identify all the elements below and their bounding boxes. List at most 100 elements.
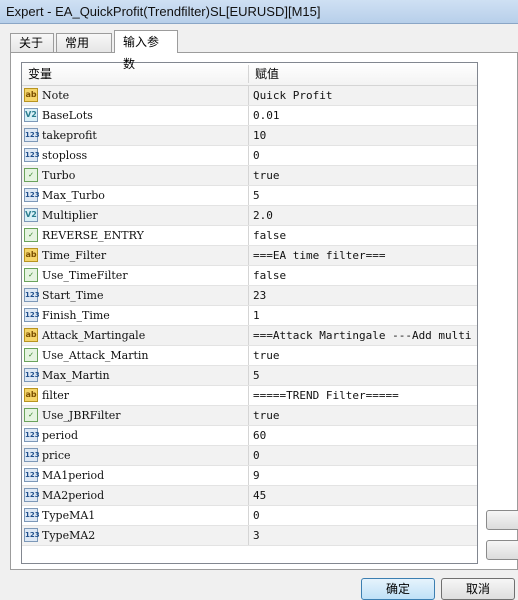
- table-row[interactable]: 123 stoploss 0: [22, 146, 477, 166]
- param-value[interactable]: true: [253, 406, 473, 425]
- param-name: Finish_Time: [42, 309, 110, 322]
- param-value[interactable]: 5: [253, 366, 473, 385]
- side-button-save[interactable]: [486, 540, 518, 560]
- param-type-num-icon: 123: [24, 288, 40, 302]
- cell-divider: [248, 466, 249, 485]
- param-value[interactable]: true: [253, 346, 473, 365]
- param-value[interactable]: Quick Profit: [253, 86, 473, 105]
- cell-divider: [248, 126, 249, 145]
- cell-divider: [248, 306, 249, 325]
- table-row[interactable]: ab Time_Filter ===EA time filter===: [22, 246, 477, 266]
- table-row[interactable]: 123 MA2period 45: [22, 486, 477, 506]
- param-type-bool-icon: ✓: [24, 168, 38, 182]
- param-name: MA1period: [42, 469, 105, 482]
- table-row[interactable]: ab Attack_Martingale ===Attack Martingale …: [22, 326, 477, 346]
- table-row[interactable]: 123 takeprofit 10: [22, 126, 477, 146]
- param-name: Turbo: [42, 169, 76, 182]
- param-name: filter: [42, 389, 70, 402]
- cell-divider: [248, 346, 249, 365]
- table-row[interactable]: ab filter =====TREND Filter=====: [22, 386, 477, 406]
- param-type-num-icon: 123: [24, 528, 40, 542]
- param-name: stoploss: [42, 149, 88, 162]
- tab-common[interactable]: 常用: [56, 33, 112, 52]
- ok-button[interactable]: 确定: [361, 578, 435, 600]
- cell-divider: [248, 226, 249, 245]
- cell-divider: [248, 266, 249, 285]
- param-type-num-icon: 123: [24, 308, 40, 322]
- cell-divider: [248, 246, 249, 265]
- param-value[interactable]: 45: [253, 486, 473, 505]
- param-type-bool-icon: ✓: [24, 348, 38, 362]
- param-name: TypeMA2: [42, 529, 96, 542]
- cell-divider: [248, 506, 249, 525]
- param-value[interactable]: 0: [253, 146, 473, 165]
- tab-about[interactable]: 关于: [10, 33, 54, 52]
- param-type-num-icon: 123: [24, 448, 40, 462]
- param-value[interactable]: 1: [253, 306, 473, 325]
- param-value[interactable]: 23: [253, 286, 473, 305]
- table-row[interactable]: 123 TypeMA2 3: [22, 526, 477, 546]
- table-row[interactable]: 123 Finish_Time 1: [22, 306, 477, 326]
- table-row[interactable]: ✓ Use_Attack_Martin true: [22, 346, 477, 366]
- param-name: BaseLots: [42, 109, 93, 122]
- parameters-grid[interactable]: 变量 赋值 ab Note Quick Profit V2 BaseLots 0.01 12…: [21, 62, 478, 564]
- param-value[interactable]: ===EA time filter===: [253, 246, 473, 265]
- param-name: period: [42, 429, 78, 442]
- param-value[interactable]: 3: [253, 526, 473, 545]
- param-value[interactable]: ===Attack Martingale ---Add multi...: [253, 326, 473, 345]
- param-type-num-icon: 123: [24, 488, 40, 502]
- column-header-variable[interactable]: 变量: [28, 63, 52, 85]
- cancel-button[interactable]: 取消: [441, 578, 515, 600]
- table-row[interactable]: ✓ Use_JBRFilter true: [22, 406, 477, 426]
- param-value[interactable]: =====TREND Filter=====: [253, 386, 473, 405]
- cell-divider: [248, 366, 249, 385]
- column-header-value[interactable]: 赋值: [255, 63, 279, 85]
- table-row[interactable]: ✓ Use_TimeFilter false: [22, 266, 477, 286]
- cell-divider: [248, 166, 249, 185]
- table-row[interactable]: V2 Multiplier 2.0: [22, 206, 477, 226]
- table-row[interactable]: 123 period 60: [22, 426, 477, 446]
- param-type-ab-icon: ab: [24, 248, 38, 262]
- cell-divider: [248, 86, 249, 105]
- param-value[interactable]: 5: [253, 186, 473, 205]
- table-row[interactable]: ✓ REVERSE_ENTRY false: [22, 226, 477, 246]
- cell-divider: [248, 286, 249, 305]
- table-row[interactable]: 123 MA1period 9: [22, 466, 477, 486]
- param-type-num-icon: 123: [24, 428, 40, 442]
- grid-header: 变量 赋值: [22, 63, 477, 86]
- column-divider[interactable]: [248, 65, 249, 83]
- param-name: Time_Filter: [42, 249, 107, 262]
- param-name: Max_Turbo: [42, 189, 105, 202]
- param-value[interactable]: false: [253, 226, 473, 245]
- table-row[interactable]: 123 Start_Time 23: [22, 286, 477, 306]
- param-type-ab-icon: ab: [24, 388, 38, 402]
- side-button-load[interactable]: [486, 510, 518, 530]
- table-row[interactable]: 123 Max_Martin 5: [22, 366, 477, 386]
- cell-divider: [248, 106, 249, 125]
- param-type-num-icon: 123: [24, 368, 40, 382]
- tab-inputs[interactable]: 输入参数: [114, 30, 178, 71]
- cell-divider: [248, 206, 249, 225]
- table-row[interactable]: 123 Max_Turbo 5: [22, 186, 477, 206]
- table-row[interactable]: ✓ Turbo true: [22, 166, 477, 186]
- param-type-num-icon: 123: [24, 508, 40, 522]
- table-row[interactable]: ab Note Quick Profit: [22, 86, 477, 106]
- param-value[interactable]: 9: [253, 466, 473, 485]
- param-value[interactable]: true: [253, 166, 473, 185]
- param-value[interactable]: 0.01: [253, 106, 473, 125]
- param-name: Attack_Martingale: [42, 329, 146, 342]
- param-value[interactable]: 0: [253, 446, 473, 465]
- param-value[interactable]: 0: [253, 506, 473, 525]
- table-row[interactable]: V2 BaseLots 0.01: [22, 106, 477, 126]
- param-name: Multiplier: [42, 209, 98, 222]
- param-value[interactable]: 2.0: [253, 206, 473, 225]
- cell-divider: [248, 486, 249, 505]
- param-name: Max_Martin: [42, 369, 110, 382]
- table-row[interactable]: 123 price 0: [22, 446, 477, 466]
- param-name: price: [42, 449, 71, 462]
- table-row[interactable]: 123 TypeMA1 0: [22, 506, 477, 526]
- param-value[interactable]: 10: [253, 126, 473, 145]
- param-value[interactable]: 60: [253, 426, 473, 445]
- title-bar: Expert - EA_QuickProfit(Trendfilter)SL[E…: [0, 0, 518, 24]
- param-value[interactable]: false: [253, 266, 473, 285]
